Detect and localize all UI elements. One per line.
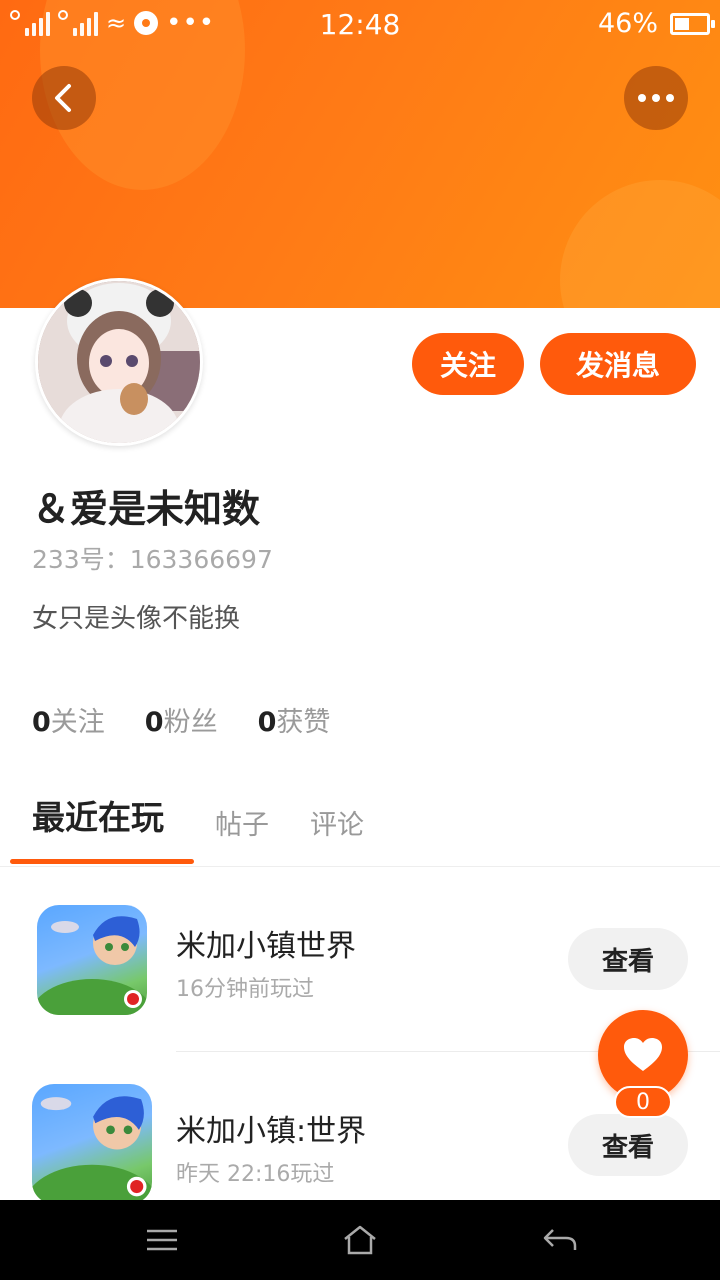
view-button[interactable]: 查看 [568,928,688,990]
profile-page: ≈ ••• 12:48 46% 关注 发消息 ＆爱是未知数 233号：16336… [0,0,720,1280]
follow-button[interactable]: 关注 [412,333,524,395]
game-title: 米加小镇世界 [176,929,356,964]
back-button[interactable] [32,66,96,130]
avatar-image [38,281,200,443]
back-nav-button[interactable] [540,1220,580,1260]
chevron-left-icon [55,84,71,112]
like-count-badge: 0 [614,1086,672,1118]
game-last-played: 16分钟前玩过 [176,977,314,1002]
stat-count: 0 [32,707,51,738]
home-icon [344,1225,376,1255]
status-bar: ≈ ••• 12:48 46% [0,0,720,50]
more-button[interactable] [624,66,688,130]
game-icon [32,1084,152,1204]
profile-stats: 0关注 0粉丝 0获赞 [32,700,330,739]
banner-decoration [560,180,720,308]
tab-comments[interactable]: 评论 [310,803,364,842]
menu-button[interactable] [142,1220,182,1260]
game-last-played: 昨天 22:16玩过 [176,1162,335,1187]
menu-icon [147,1229,177,1251]
battery-icon [670,13,715,35]
profile-name: ＆爱是未知数 [32,487,261,531]
avatar[interactable] [35,278,203,446]
tab-posts[interactable]: 帖子 [215,803,269,842]
stat-label: 获赞 [276,707,331,738]
stat-count: 0 [144,707,164,738]
back-arrow-icon [543,1229,577,1250]
stat-label: 关注 [50,707,105,738]
active-tab-indicator [10,859,194,864]
tab-recently-played[interactable]: 最近在玩 [32,791,164,839]
heart-icon [624,1038,662,1071]
stat-fans[interactable]: 0粉丝 [145,700,218,739]
stat-following[interactable]: 0关注 [32,700,105,739]
stat-likes[interactable]: 0获赞 [258,700,331,739]
more-horizontal-icon [638,94,674,102]
game-title: 米加小镇:世界 [176,1114,367,1149]
stat-label: 粉丝 [163,707,218,738]
system-nav-bar [0,1200,720,1280]
profile-bio: 女只是头像不能换 [32,604,241,634]
profile-tabs: 最近在玩 帖子 评论 [0,795,720,867]
home-button[interactable] [340,1220,380,1260]
profile-uid: 233号：163366697 [32,545,273,574]
battery-percent: 46% [597,8,658,39]
stat-count: 0 [257,707,277,738]
battery-fill [675,18,689,30]
game-icon [37,905,147,1015]
view-button[interactable]: 查看 [568,1114,688,1176]
send-message-button[interactable]: 发消息 [540,333,696,395]
